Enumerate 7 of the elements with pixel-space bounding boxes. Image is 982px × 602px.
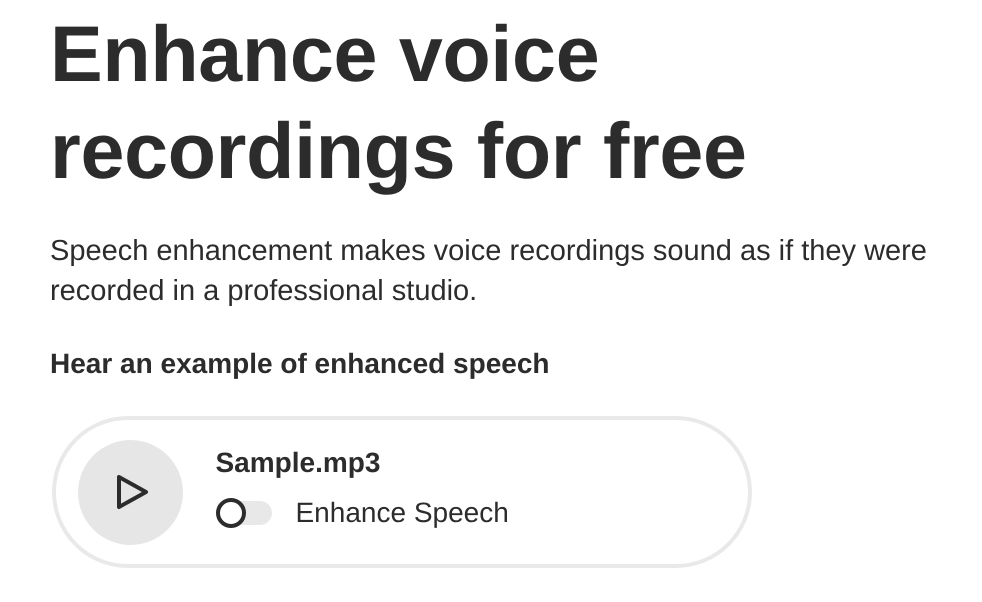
enhance-speech-switch[interactable]	[216, 498, 272, 528]
file-name: Sample.mp3	[216, 446, 380, 480]
page-heading: Enhance voice recordings for free	[50, 8, 748, 197]
switch-label: Enhance Speech	[296, 498, 509, 528]
play-icon	[114, 473, 148, 511]
section-heading: Hear an example of enhanced speech	[50, 347, 550, 381]
description-text: Speech enhancement makes voice recordings sound as if they were recorded in a professional studio.	[50, 234, 928, 309]
